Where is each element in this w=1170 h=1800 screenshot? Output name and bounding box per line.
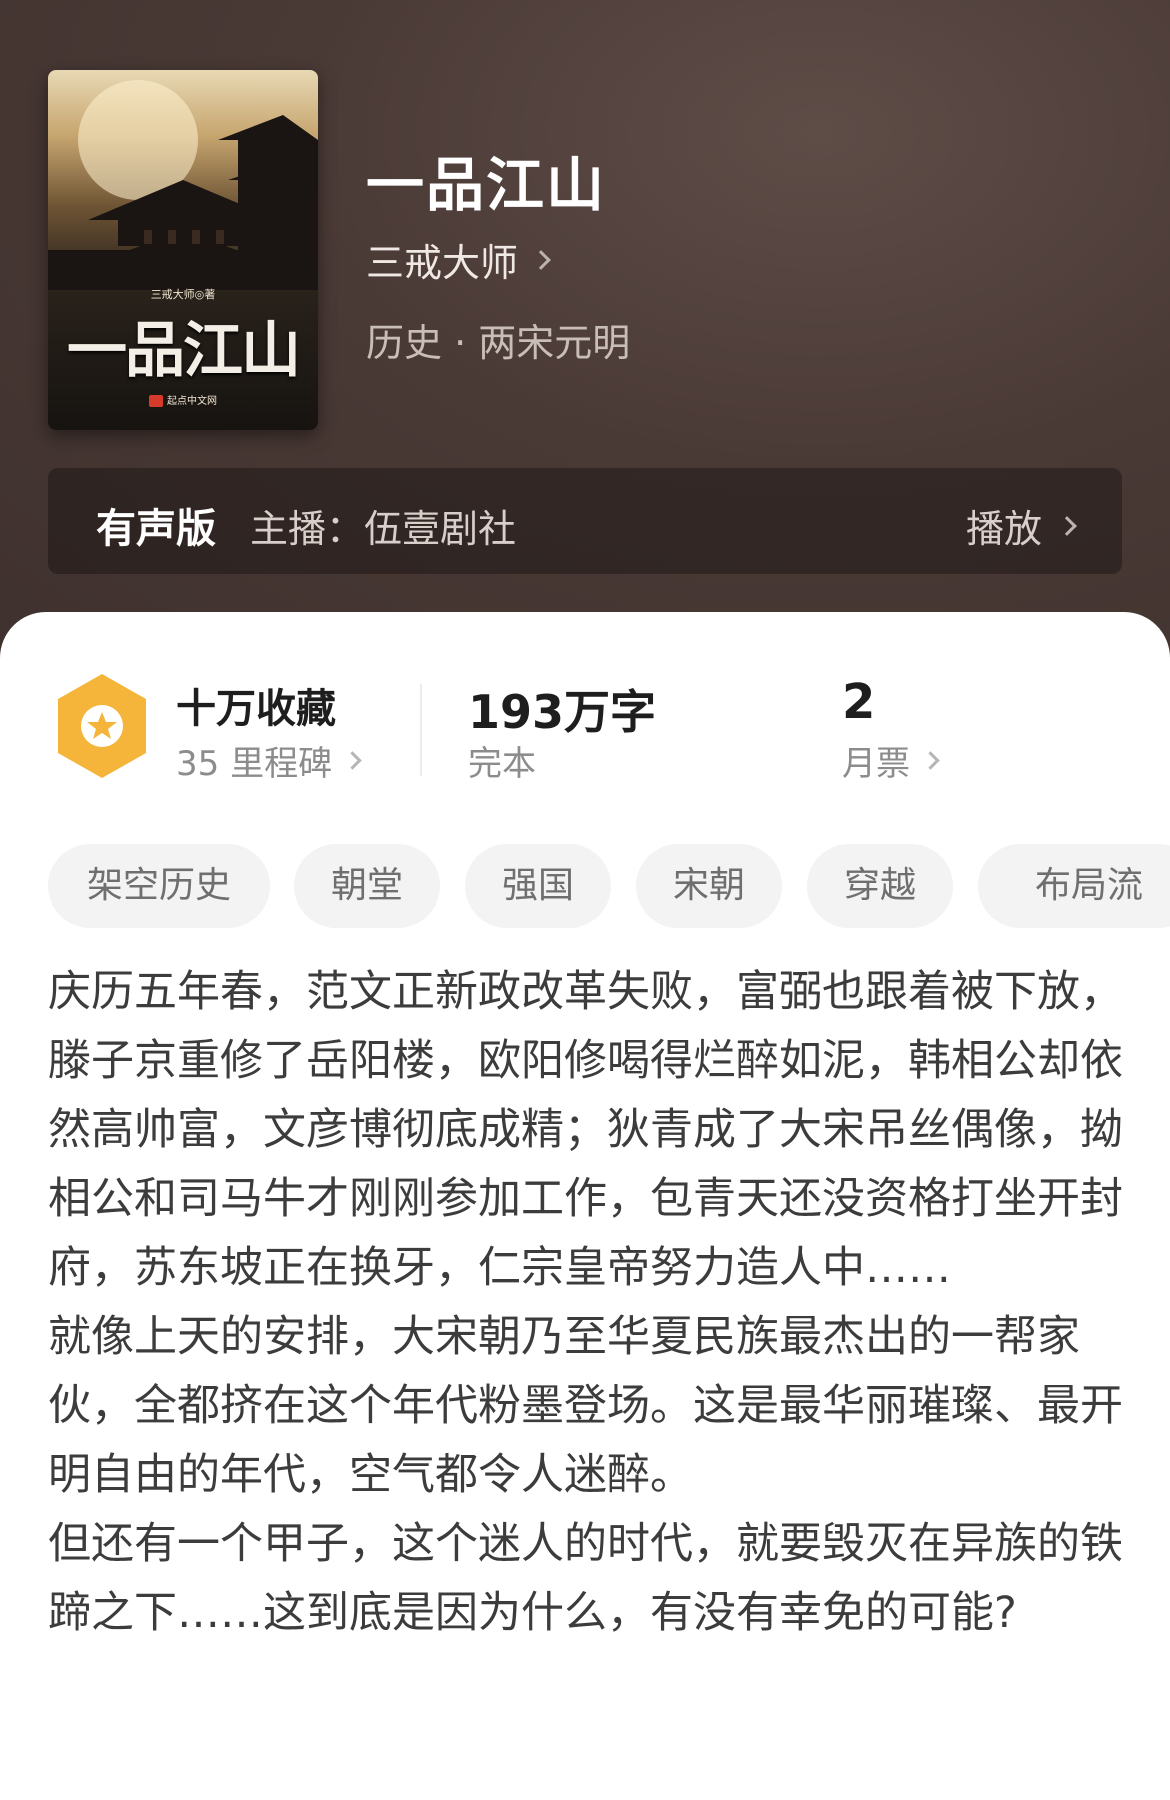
- book-genre: 历史 · 两宋元明: [366, 321, 631, 365]
- favorites-count: 十万收藏: [176, 686, 336, 732]
- book-cover[interactable]: 三戒大师◎著 一品江山 起点中文网: [48, 70, 318, 430]
- publisher-logo-icon: [149, 395, 163, 407]
- chevron-right-icon: [921, 751, 940, 770]
- tag-list: 架空历史 朝堂 强国 宋朝 穿越 布局流: [0, 844, 1170, 930]
- book-synopsis: 庆历五年春，范文正新政改革失败，富弼也跟着被下放，滕子京重修了岳阳楼，欧阳修喝得…: [48, 958, 1124, 1648]
- tag-chip[interactable]: 架空历史: [48, 844, 270, 928]
- audio-host: 主播：伍壹剧社: [250, 507, 517, 551]
- monthly-votes-count: 2: [842, 674, 876, 730]
- tag-chip[interactable]: 布局流: [978, 844, 1170, 928]
- word-count: 193万字: [468, 685, 657, 739]
- stats-row: 十万收藏 35 里程碑 193万字 完本 2 月票: [0, 672, 1170, 792]
- milestones-label: 35 里程碑: [176, 744, 333, 784]
- cover-title: 一品江山: [67, 316, 301, 386]
- cover-publisher-name: 起点中文网: [167, 396, 217, 407]
- monthly-votes-label: 月票: [842, 744, 910, 784]
- play-button[interactable]: 播放: [965, 498, 1077, 553]
- book-header: 三戒大师◎著 一品江山 起点中文网 一品江山 三戒大师 历史 · 两宋元明 有声…: [0, 0, 1170, 660]
- audio-version-bar[interactable]: 有声版 主播：伍壹剧社 播放: [48, 468, 1122, 574]
- cover-publisher: 起点中文网: [48, 392, 318, 407]
- completion-status: 完本: [468, 744, 536, 784]
- author-link[interactable]: 三戒大师: [366, 232, 551, 287]
- tag-chip[interactable]: 穿越: [807, 844, 953, 928]
- author-name: 三戒大师: [366, 241, 519, 285]
- tag-chip[interactable]: 朝堂: [294, 844, 440, 928]
- audio-version-label: 有声版: [96, 506, 216, 552]
- milestones-link[interactable]: 35 里程碑: [176, 736, 362, 785]
- book-title: 一品江山: [366, 151, 607, 219]
- stats-divider: [420, 684, 422, 776]
- star-badge-icon: [58, 674, 146, 778]
- cover-author: 三戒大师◎著: [150, 288, 216, 301]
- tag-chip[interactable]: 宋朝: [636, 844, 782, 928]
- synopsis-paragraph: 但还有一个甲子，这个迷人的时代，就要毁灭在异族的铁蹄之下……这到底是因为什么，有…: [48, 1519, 1123, 1638]
- play-label: 播放: [965, 507, 1042, 551]
- chevron-right-icon: [1057, 515, 1077, 536]
- tag-chip[interactable]: 强国: [465, 844, 611, 928]
- chevron-right-icon: [531, 249, 551, 270]
- book-info-card: 十万收藏 35 里程碑 193万字 完本 2 月票 架空历史 朝堂 强国 宋朝 …: [0, 612, 1170, 1800]
- chevron-right-icon: [343, 751, 362, 770]
- synopsis-paragraph: 就像上天的安排，大宋朝乃至华夏民族最杰出的一帮家伙，全都挤在这个年代粉墨登场。这…: [48, 1312, 1123, 1500]
- monthly-votes-link[interactable]: 月票: [842, 736, 940, 785]
- synopsis-paragraph: 庆历五年春，范文正新政改革失败，富弼也跟着被下放，滕子京重修了岳阳楼，欧阳修喝得…: [48, 967, 1123, 1293]
